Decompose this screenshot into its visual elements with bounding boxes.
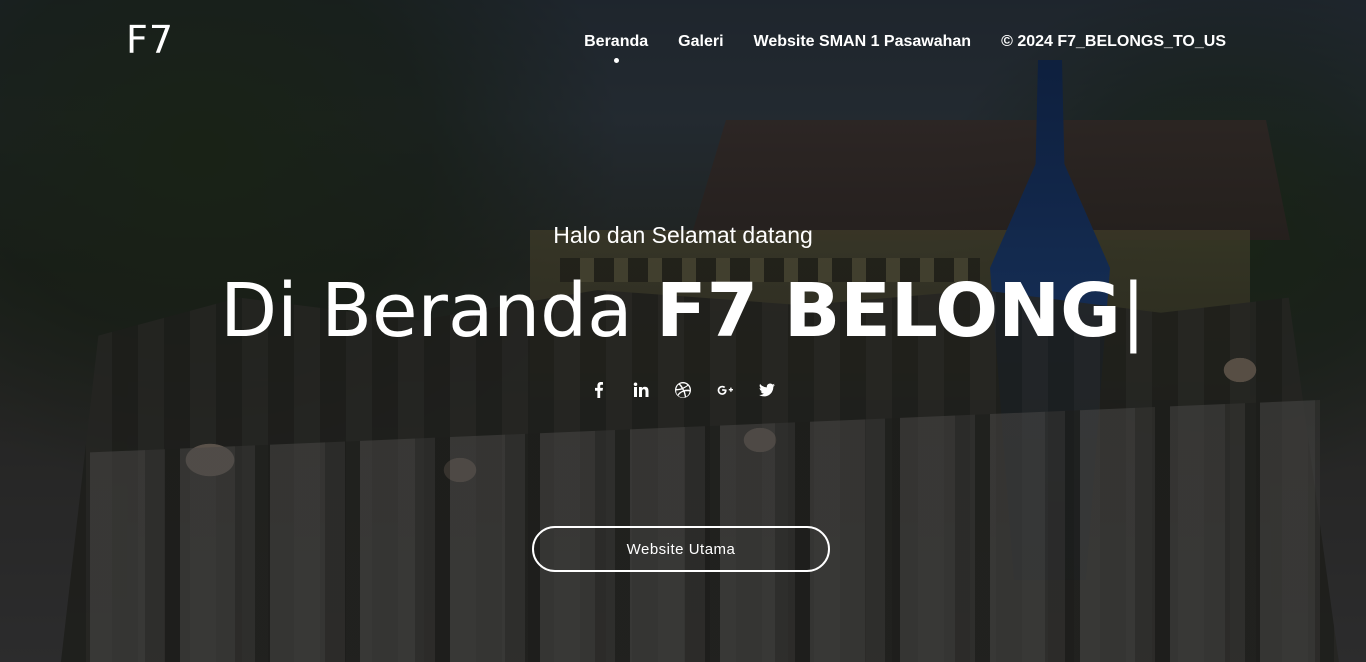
linkedin-icon bbox=[633, 382, 649, 397]
hero-headline: Di Beranda F7 BELONG| bbox=[0, 268, 1366, 354]
main-nav: Beranda Galeri Website SMAN 1 Pasawahan … bbox=[584, 32, 1226, 63]
facebook-icon bbox=[595, 382, 603, 398]
nav-link-website-sman[interactable]: Website SMAN 1 Pasawahan bbox=[754, 32, 972, 52]
headline-prefix: Di Beranda bbox=[220, 268, 657, 354]
social-links bbox=[0, 378, 1366, 402]
site-logo[interactable]: F7 bbox=[126, 18, 174, 62]
twitter-icon bbox=[759, 383, 775, 397]
nav-item-galeri: Galeri bbox=[678, 32, 723, 52]
twitter-link[interactable] bbox=[757, 378, 777, 402]
nav-link-beranda[interactable]: Beranda bbox=[584, 32, 648, 52]
google-plus-icon bbox=[717, 385, 733, 395]
dribbble-icon bbox=[675, 382, 691, 398]
nav-link-copyright[interactable]: © 2024 F7_BELONGS_TO_US bbox=[1001, 32, 1226, 52]
website-utama-button[interactable]: Website Utama bbox=[532, 526, 830, 572]
nav-item-website-sman: Website SMAN 1 Pasawahan bbox=[754, 32, 972, 52]
facebook-link[interactable] bbox=[589, 378, 609, 402]
google-plus-link[interactable] bbox=[715, 378, 735, 402]
headline-typed-text: F7 BELONG bbox=[656, 268, 1121, 354]
active-indicator-dot bbox=[613, 58, 619, 63]
nav-item-beranda: Beranda bbox=[584, 32, 648, 63]
nav-link-galeri[interactable]: Galeri bbox=[678, 32, 723, 52]
dribbble-link[interactable] bbox=[673, 378, 693, 402]
nav-item-copyright: © 2024 F7_BELONGS_TO_US bbox=[1001, 32, 1226, 52]
hero-section: F7 Beranda Galeri Website SMAN 1 Pasawah… bbox=[0, 0, 1366, 662]
typing-caret: | bbox=[1120, 268, 1146, 354]
linkedin-link[interactable] bbox=[631, 378, 651, 402]
hero-subtitle: Halo dan Selamat datang bbox=[553, 222, 813, 248]
